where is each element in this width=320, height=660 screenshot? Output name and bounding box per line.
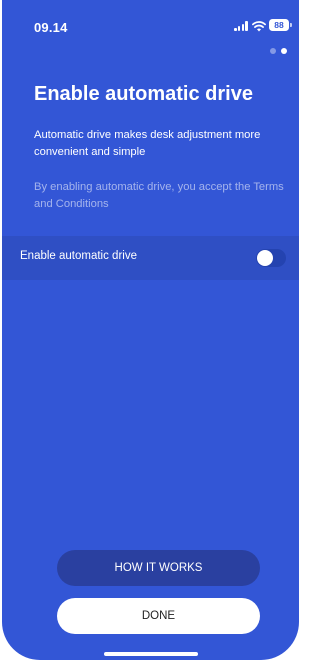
page-title: Enable automatic drive [34, 83, 253, 105]
cellular-signal-icon [234, 21, 248, 31]
device-frame: 09.14 88 Enable automatic drive Automati… [0, 0, 305, 660]
done-button[interactable]: DONE [57, 598, 260, 634]
status-bar: 09.14 88 [2, 0, 299, 40]
battery-icon: 88 [269, 19, 289, 31]
battery-tip [290, 23, 292, 27]
automatic-drive-toggle[interactable] [256, 249, 286, 267]
setting-label: Enable automatic drive [20, 250, 137, 262]
page-dot-active [281, 48, 287, 54]
page-dot [270, 48, 276, 54]
terms-notice: By enabling automatic drive, you accept … [34, 181, 284, 210]
page-indicator [270, 48, 287, 54]
home-indicator[interactable] [104, 652, 198, 656]
status-time: 09.14 [34, 20, 68, 35]
onboarding-screen: 09.14 88 Enable automatic drive Automati… [2, 0, 299, 660]
toggle-knob [257, 250, 273, 266]
automatic-drive-setting-row: Enable automatic drive [2, 236, 299, 280]
wifi-icon [252, 21, 266, 32]
page-description: Automatic drive makes desk adjustment mo… [34, 129, 261, 158]
how-it-works-button[interactable]: HOW IT WORKS [57, 550, 260, 586]
